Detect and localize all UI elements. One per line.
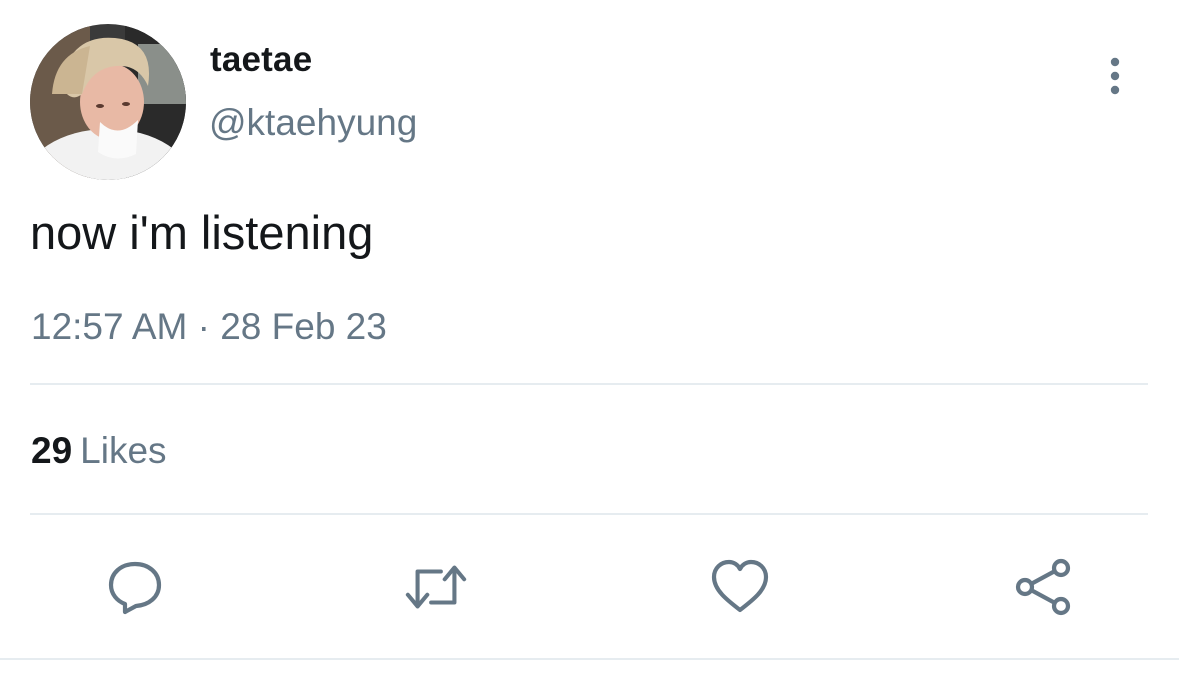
user-handle[interactable]: @ktaehyung — [209, 100, 417, 146]
avatar[interactable] — [30, 24, 186, 180]
likes-stat[interactable]: 29 Likes — [31, 428, 167, 474]
tweet-text: now i'm listening — [30, 206, 374, 259]
divider — [30, 513, 1148, 515]
reply-icon — [108, 561, 162, 615]
likes-label: Likes — [80, 430, 167, 471]
likes-count: 29 — [31, 430, 73, 471]
retweet-button[interactable] — [404, 555, 468, 619]
divider — [0, 658, 1179, 660]
heart-icon — [711, 559, 769, 613]
divider — [30, 383, 1148, 385]
retweet-icon — [405, 565, 467, 609]
avatar-image — [30, 24, 186, 180]
share-icon — [1015, 558, 1071, 616]
tweet-card: taetae @ktaehyung now i'm listening 12:5… — [0, 0, 1179, 678]
more-vertical-icon — [1110, 57, 1120, 95]
more-options-button[interactable] — [1096, 50, 1134, 102]
tweet-timestamp[interactable]: 12:57 AM · 28 Feb 23 — [31, 304, 387, 350]
display-name[interactable]: taetae — [210, 38, 312, 82]
like-button[interactable] — [708, 555, 772, 619]
share-button[interactable] — [1011, 555, 1075, 619]
reply-button[interactable] — [103, 555, 167, 619]
